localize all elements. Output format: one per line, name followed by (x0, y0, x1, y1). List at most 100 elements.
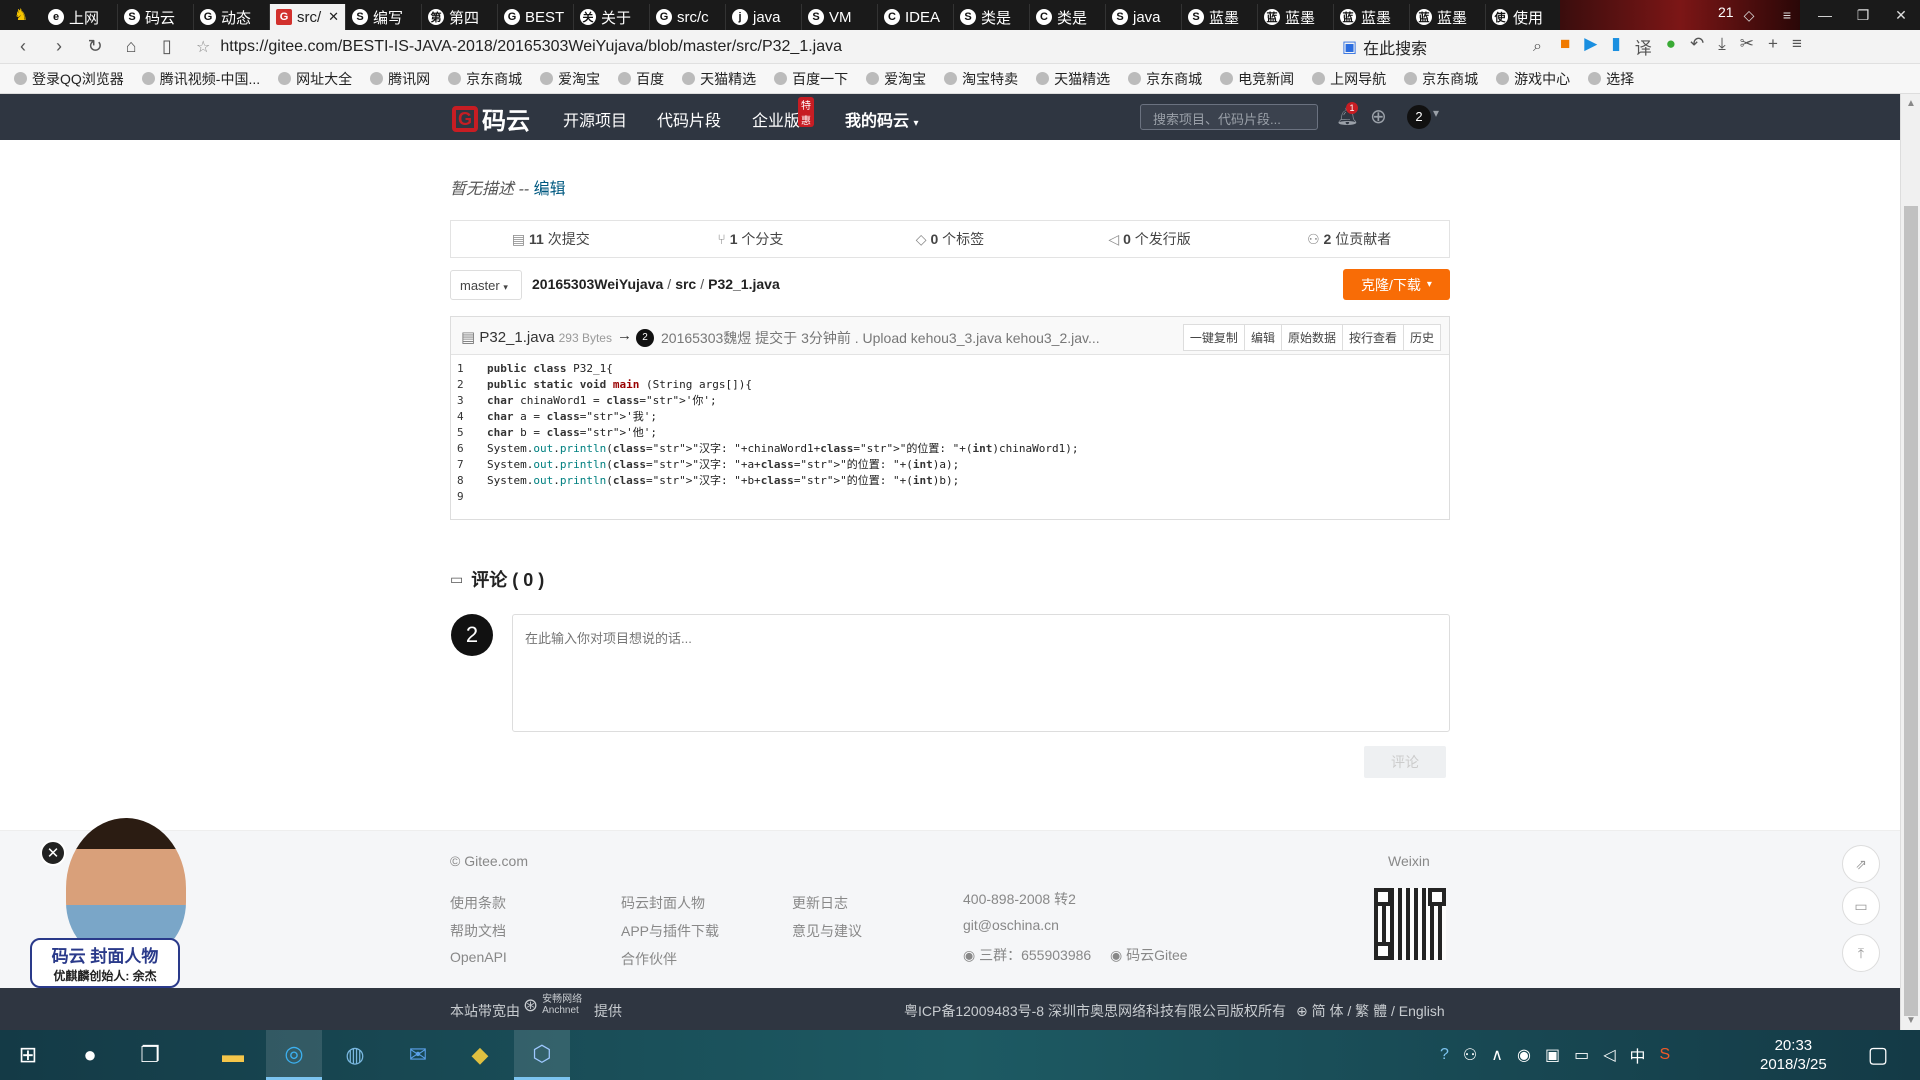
bell-icon[interactable]: 🔔︎ 1 (1336, 102, 1359, 127)
tab-label[interactable]: 编写 (373, 7, 403, 28)
bookmark-label[interactable]: 腾讯视频-中国... (160, 69, 260, 89)
browser-tab[interactable]: Gsrc/ ✕ (270, 4, 346, 30)
help-icon[interactable]: ? (1440, 1046, 1449, 1064)
bookmark-item[interactable]: 京东商城 (1128, 69, 1202, 89)
search-icon[interactable]: ⌕ (1533, 38, 1542, 56)
bookmark-icon[interactable]: ▮ (1611, 34, 1620, 59)
history-button[interactable]: 历史 (1402, 324, 1441, 351)
tab-label[interactable]: 码云 (145, 7, 175, 28)
footer-weibo[interactable]: ◉ 码云Gitee (1110, 945, 1188, 965)
bookmark-item[interactable]: 爱淘宝 (866, 69, 926, 89)
download-icon[interactable]: ⤓ (1718, 34, 1726, 59)
tab-label[interactable]: 使用 (1513, 7, 1543, 28)
bookmark-item[interactable]: 上网导航 (1312, 69, 1386, 89)
close-window-button[interactable]: ✕ (1882, 0, 1920, 30)
nav-enterprise-label[interactable]: 企业版 (752, 113, 800, 130)
tab-label[interactable]: 蓝墨 (1437, 7, 1467, 28)
tab-label[interactable]: java (753, 9, 781, 26)
nav-my-gitee[interactable]: 我的码云 ▾ (845, 107, 919, 131)
game-tray-icon[interactable]: ▣ (1545, 1045, 1560, 1065)
copy-button[interactable]: 一键复制 (1182, 324, 1245, 351)
bookmark-item[interactable]: 选择 (1588, 69, 1634, 89)
code-block[interactable]: 1 public class P32_1{2 public static void … (451, 357, 1449, 505)
bookmark-item[interactable]: 天猫精选 (682, 69, 756, 89)
bookmark-label[interactable]: 京东商城 (1422, 69, 1478, 89)
stat-number[interactable]: 0 (930, 231, 938, 247)
bookmark-label[interactable]: 天猫精选 (1054, 69, 1110, 89)
task-view-icon[interactable]: ❐ (122, 1030, 178, 1080)
browser-search-placeholder[interactable]: 在此搜索 (1363, 35, 1427, 59)
tab-label[interactable]: BEST (525, 9, 564, 26)
tab-label[interactable]: 关于 (601, 7, 631, 28)
virtualbox-icon[interactable]: ⬡ (514, 1030, 570, 1080)
bookmark-item[interactable]: 天猫精选 (1036, 69, 1110, 89)
language-switcher[interactable]: ⊕ 简 体 / 繁 體 / English (1296, 1001, 1445, 1021)
browser-tab[interactable]: e 上网 (42, 4, 118, 30)
promo-tag[interactable]: 码云 封面人物 优麒麟创始人: 余杰 (30, 938, 180, 988)
back-to-top-icon[interactable]: ⤒ (1842, 934, 1880, 972)
clone-download-label[interactable]: 克隆/下载 (1361, 275, 1421, 295)
user-avatar[interactable]: 2 (1407, 105, 1431, 129)
tab-label[interactable]: 第四 (449, 7, 479, 28)
bookmark-item[interactable]: 爱淘宝 (540, 69, 600, 89)
line-number[interactable]: 5 (451, 425, 487, 441)
browser-tab[interactable]: 第第四 (422, 4, 498, 30)
browser-tab[interactable]: G BEST (498, 4, 574, 30)
browser-tab[interactable]: Sjava (1106, 4, 1182, 30)
chevron-down-icon[interactable]: ▾ (503, 282, 508, 292)
tab-label[interactable]: 动态 (221, 7, 251, 28)
feedback-icon[interactable]: ▭ (1842, 887, 1880, 925)
close-icon[interactable]: ✕ (40, 840, 66, 866)
scroll-down-arrow-icon[interactable]: ▼ (1906, 1015, 1916, 1026)
browser-tab[interactable]: Gsrc/c (650, 4, 726, 30)
tab-label[interactable]: 蓝墨 (1361, 7, 1391, 28)
language-options[interactable]: 简 体 / 繁 體 / English (1312, 1003, 1445, 1019)
stat-release[interactable]: ◁ 0 个发行版 (1050, 229, 1250, 249)
comment-submit-button[interactable]: 评论 (1364, 746, 1446, 778)
nav-my-gitee-label[interactable]: 我的码云 (845, 113, 909, 130)
browser-tab[interactable]: j java (726, 4, 802, 30)
stat-label[interactable]: 个发行版 (1135, 231, 1191, 247)
cover-person-photo[interactable] (66, 818, 186, 958)
line-number[interactable]: 4 (451, 409, 487, 425)
tab-label[interactable]: 蓝墨 (1285, 7, 1315, 28)
bookmark-label[interactable]: 百度 (636, 69, 664, 89)
edit-button[interactable]: 编辑 (1243, 324, 1282, 351)
bookmark-item[interactable]: 腾讯视频-中国... (141, 69, 260, 89)
system-clock[interactable]: 20:33 2018/3/25 (1760, 1036, 1827, 1074)
volume-icon[interactable]: ◁ (1603, 1045, 1615, 1065)
new-tab-icon[interactable]: + (1768, 34, 1778, 59)
refresh-icon[interactable]: ↻ (84, 36, 106, 57)
weibo-text[interactable]: 码云Gitee (1126, 947, 1187, 963)
file-explorer-icon[interactable]: ▬ (205, 1030, 261, 1080)
scroll-up-arrow-icon[interactable]: ▲ (1906, 98, 1916, 109)
tab-label[interactable]: 类是 (1057, 7, 1087, 28)
browser-tab[interactable]: 蓝蓝墨 (1258, 4, 1334, 30)
bookmark-item[interactable]: 电竞新闻 (1220, 69, 1294, 89)
browser-tab[interactable]: S 类是 (954, 4, 1030, 30)
browser-tab[interactable]: S VM (802, 4, 878, 30)
bookmark-item[interactable]: 京东商城 (448, 69, 522, 89)
blame-button[interactable]: 按行查看 (1341, 324, 1404, 351)
search-engine-icon[interactable]: ▣ (1342, 37, 1357, 57)
bookmark-label[interactable]: 京东商城 (466, 69, 522, 89)
browser-tab[interactable]: C 类是 (1030, 4, 1106, 30)
stat-tag[interactable]: ◇ 0 个标签 (850, 229, 1050, 249)
tab-label[interactable]: src/c (677, 9, 709, 26)
qq-tray-icon[interactable]: ◉ (1517, 1045, 1531, 1065)
bookmark-label[interactable]: 百度一下 (792, 69, 848, 89)
bookmark-item[interactable]: 登录QQ浏览器 (14, 69, 124, 89)
bookmark-item[interactable]: 网址大全 (278, 69, 352, 89)
tab-label[interactable]: src/ (297, 9, 321, 26)
line-number[interactable]: 3 (451, 393, 487, 409)
people-icon[interactable]: ⚇ (1463, 1045, 1477, 1065)
stat-number[interactable]: 11 (529, 231, 544, 247)
qq-group-text[interactable]: 三群：655903986 (979, 947, 1091, 963)
reader-icon[interactable]: ▯ (156, 36, 178, 57)
line-number[interactable]: 8 (451, 473, 487, 489)
sogou-icon[interactable]: S (1660, 1046, 1671, 1064)
browser-tab[interactable]: S 蓝墨 (1182, 4, 1258, 30)
footer-qq-group[interactable]: ◉ 三群：655903986 (963, 945, 1091, 965)
page-scrollbar[interactable]: ▲ ▼ (1900, 94, 1920, 1030)
home-icon[interactable]: ⌂ (120, 36, 142, 57)
